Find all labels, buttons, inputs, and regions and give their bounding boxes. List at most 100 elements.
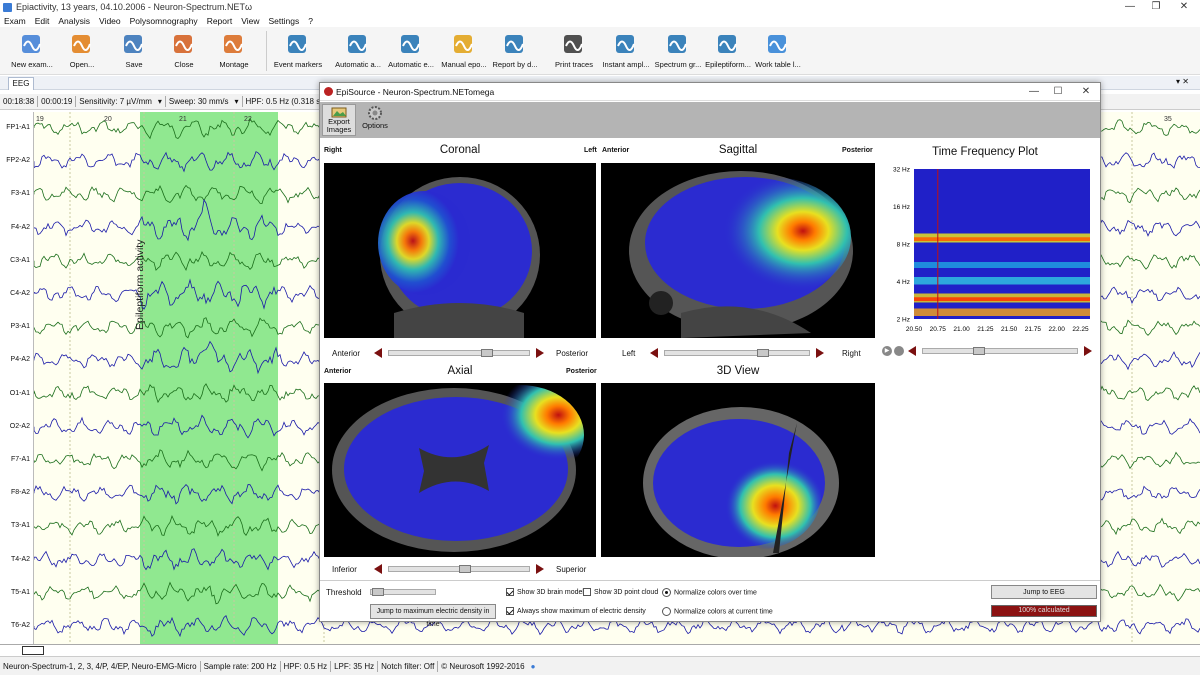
sagittal-slider[interactable]	[664, 349, 810, 357]
arrow-right-icon[interactable]	[536, 564, 544, 574]
toolbar-spectrum-button[interactable]: Spectrum gr...	[650, 29, 706, 73]
minimize-button[interactable]: —	[1116, 0, 1144, 14]
chevron-down-icon[interactable]: ▾	[235, 97, 239, 106]
show-3d-brain-option[interactable]: Show 3D brain model	[506, 588, 584, 596]
dialog-close-button[interactable]: ✕	[1072, 85, 1100, 99]
coronal-slider-thumb[interactable]	[481, 349, 494, 357]
play-icon[interactable]: ▶	[882, 346, 892, 356]
arrow-right-icon[interactable]	[816, 348, 824, 358]
arrow-right-icon[interactable]	[536, 348, 544, 358]
toolbar-close-exam-button[interactable]: Close	[156, 29, 212, 73]
arrow-left-icon[interactable]	[374, 348, 382, 358]
channel-label-o2-a2[interactable]: O2-A2	[0, 423, 32, 430]
menu-view[interactable]: View	[241, 16, 259, 26]
time-frequency-plot[interactable]: 32 Hz 16 Hz 8 Hz 4 Hz 2 Hz 20.50 20.75 21.00 21.…	[880, 163, 1090, 333]
normalize-current-option[interactable]: Normalize colors at current time	[662, 607, 773, 616]
jump-max-button[interactable]: Jump to maximum electric density in time	[370, 604, 496, 628]
show-3d-brain-checkbox[interactable]	[506, 588, 514, 596]
tab-menu-icon[interactable]: ▾ ✕	[1176, 77, 1189, 86]
chevron-down-icon[interactable]: ▾	[158, 97, 162, 106]
menu-exam[interactable]: Exam	[4, 16, 26, 26]
sagittal-slider-thumb[interactable]	[757, 349, 770, 357]
maximize-button[interactable]: ❐	[1142, 0, 1170, 14]
close-window-button[interactable]: ✕	[1170, 0, 1198, 14]
channel-label-t3-a1[interactable]: T3-A1	[0, 522, 32, 529]
axial-slider-left: Inferior	[332, 564, 357, 574]
channel-label-fp2-a2[interactable]: FP2-A2	[0, 157, 32, 164]
menu-help[interactable]: ?	[308, 16, 313, 26]
3d-brain-view[interactable]	[601, 383, 875, 557]
toolbar-save-button[interactable]: Save	[106, 29, 162, 73]
toolbar-print-button[interactable]: Print traces	[546, 29, 602, 73]
normalize-over-time-option[interactable]: Normalize colors over time	[662, 588, 757, 597]
jump-to-eeg-button[interactable]: Jump to EEG	[991, 585, 1097, 599]
menu-video[interactable]: Video	[99, 16, 121, 26]
tab-eeg[interactable]: EEG	[8, 77, 34, 90]
tfplot-x-tick: 21.50	[1001, 326, 1018, 333]
options-button[interactable]: Options	[358, 104, 392, 136]
channel-label-fp1-a1[interactable]: FP1-A1	[0, 124, 32, 131]
hpf-select[interactable]: HPF: 0.5 Hz (0.318 s)	[246, 97, 323, 106]
coronal-left-tag: Left	[584, 147, 597, 154]
toolbar-automatic-analysis-button[interactable]: Automatic a...	[330, 29, 386, 73]
arrow-left-icon[interactable]	[374, 564, 382, 574]
channel-label-f8-a2[interactable]: F8-A2	[0, 489, 32, 496]
always-show-max-checkbox[interactable]	[506, 607, 514, 615]
toolbar-epileptiform-button[interactable]: Epileptiform...	[700, 29, 756, 73]
show-3d-cloud-option[interactable]: Show 3D point cloud	[583, 588, 658, 596]
coronal-brain-view[interactable]	[324, 163, 596, 338]
arrow-right-icon[interactable]	[1084, 346, 1092, 356]
toolbar-instant-amplitude-button[interactable]: Instant ampl...	[598, 29, 654, 73]
sagittal-brain-view[interactable]	[601, 163, 875, 338]
channel-label-t5-a1[interactable]: T5-A1	[0, 589, 32, 596]
menu-analysis[interactable]: Analysis	[58, 16, 90, 26]
channel-label-f3-a1[interactable]: F3-A1	[0, 190, 32, 197]
normalize-over-time-radio[interactable]	[662, 588, 671, 597]
menu-report[interactable]: Report	[207, 16, 233, 26]
toolbar-event-markers-button[interactable]: Event markers	[270, 29, 326, 73]
channel-label-f4-a2[interactable]: F4-A2	[0, 224, 32, 231]
threshold-slider[interactable]	[370, 588, 436, 596]
channel-label-t4-a2[interactable]: T4-A2	[0, 556, 32, 563]
always-show-max-option[interactable]: Always show maximum of electric density	[506, 607, 646, 615]
tfplot-slider[interactable]	[922, 347, 1078, 355]
toolbar-report-button[interactable]: Report by d...	[487, 29, 543, 73]
coronal-right-tag: Right	[324, 147, 342, 154]
normalize-current-radio[interactable]	[662, 607, 671, 616]
channel-label-t6-a2[interactable]: T6-A2	[0, 622, 32, 629]
menu-edit[interactable]: Edit	[35, 16, 50, 26]
stop-icon[interactable]	[894, 346, 904, 356]
coronal-slider[interactable]	[388, 349, 530, 357]
arrow-left-icon[interactable]	[650, 348, 658, 358]
threshold-slider-thumb[interactable]	[372, 588, 384, 596]
axial-slider-thumb[interactable]	[459, 565, 472, 573]
menu-settings[interactable]: Settings	[268, 16, 299, 26]
arrow-left-icon[interactable]	[908, 346, 916, 356]
channel-label-p3-a1[interactable]: P3-A1	[0, 323, 32, 330]
dialog-maximize-button[interactable]: ☐	[1044, 85, 1072, 99]
channel-label-o1-a1[interactable]: O1-A1	[0, 390, 32, 397]
automatic-analysis-icon	[345, 31, 371, 57]
time-scrollbar[interactable]	[0, 644, 1200, 656]
toolbar-automatic-epoch-button[interactable]: Automatic e...	[383, 29, 439, 73]
toolbar-manual-epoch-button[interactable]: Manual epo...	[436, 29, 492, 73]
sensitivity-select[interactable]: Sensitivity: 7 µV/mm	[79, 97, 152, 106]
show-3d-cloud-checkbox[interactable]	[583, 588, 591, 596]
axial-slider[interactable]	[388, 565, 530, 573]
menu-polysomnography[interactable]: Polysomnography	[130, 16, 198, 26]
scroll-thumb[interactable]	[22, 646, 44, 655]
toolbar-new-exam-button[interactable]: New exam...	[4, 29, 60, 73]
toolbar-montage-button[interactable]: Montage	[206, 29, 262, 73]
axial-brain-view[interactable]	[324, 383, 596, 557]
tfplot-slider-thumb[interactable]	[972, 347, 985, 355]
export-images-button[interactable]: Export Images	[322, 104, 356, 136]
sweep-select[interactable]: Sweep: 30 mm/s	[169, 97, 229, 106]
dialog-toolbar: Export Images Options	[320, 102, 1100, 138]
toolbar-open-button[interactable]: Open...	[54, 29, 110, 73]
tfplot-x-tick: 21.00	[953, 326, 970, 333]
toolbar-work-table-button[interactable]: Work table l...	[750, 29, 806, 73]
channel-label-p4-a2[interactable]: P4-A2	[0, 356, 32, 363]
channel-label-c3-a1[interactable]: C3-A1	[0, 257, 32, 264]
channel-label-c4-a2[interactable]: C4-A2	[0, 290, 32, 297]
channel-label-f7-a1[interactable]: F7-A1	[0, 456, 32, 463]
